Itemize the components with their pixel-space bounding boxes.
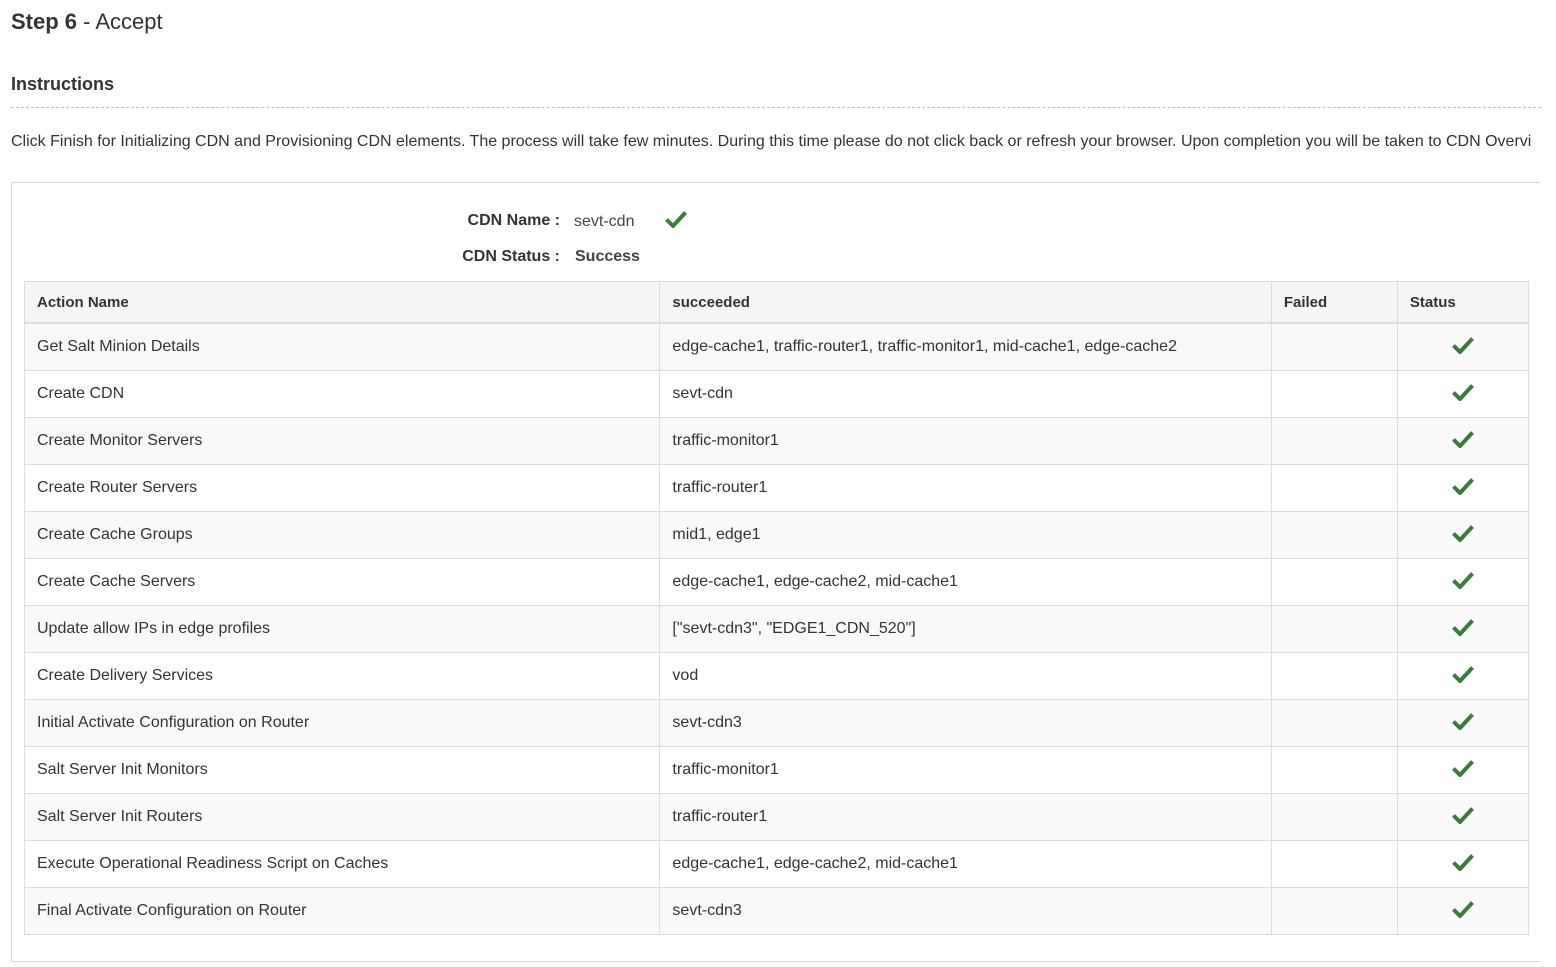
status-cell [1396, 370, 1530, 418]
action-name-cell: Final Activate Configuration on Router [23, 887, 661, 935]
table-row: Update allow IPs in edge profiles ["sevt-… [23, 605, 1530, 653]
header-status[interactable]: Status [1396, 281, 1530, 324]
status-cell [1396, 605, 1530, 653]
succeeded-cell: sevt-cdn3 [659, 887, 1272, 935]
succeeded-cell: sevt-cdn [659, 370, 1272, 418]
step-name: Accept [95, 9, 163, 34]
page-title: Step 6 - Accept [11, 9, 163, 35]
status-cell [1396, 746, 1530, 794]
status-cell [1396, 464, 1530, 512]
step-number: Step 6 [11, 9, 78, 34]
check-icon [1452, 665, 1474, 683]
failed-cell [1270, 558, 1398, 606]
table-row: Salt Server Init Routers traffic-router1 [23, 793, 1530, 841]
failed-cell [1270, 793, 1398, 841]
table-row: Final Activate Configuration on Router se… [23, 887, 1530, 935]
failed-cell [1270, 511, 1398, 559]
cdn-name-value: sevt-cdn [574, 213, 635, 230]
check-icon [1452, 524, 1474, 542]
check-icon [1452, 759, 1474, 777]
failed-cell [1270, 746, 1398, 794]
status-cell [1396, 840, 1530, 888]
action-name-cell: Create Cache Servers [23, 558, 661, 606]
check-icon [1452, 712, 1474, 730]
table-row: Create CDN sevt-cdn [23, 370, 1530, 418]
failed-cell [1270, 370, 1398, 418]
cdn-name-label: CDN Name : [467, 212, 560, 229]
table-row: Create Cache Groups mid1, edge1 [23, 511, 1530, 559]
action-name-cell: Salt Server Init Monitors [23, 746, 661, 794]
failed-cell [1270, 887, 1398, 935]
action-name-cell: Create Cache Groups [23, 511, 661, 559]
status-cell [1396, 887, 1530, 935]
failed-cell [1270, 464, 1398, 512]
actions-table: Action Name succeeded Failed Status Get … [23, 281, 1530, 935]
failed-cell [1270, 652, 1398, 700]
action-name-cell: Execute Operational Readiness Script on … [23, 840, 661, 888]
action-name-cell: Create Delivery Services [23, 652, 661, 700]
status-cell [1396, 511, 1530, 559]
action-name-cell: Initial Activate Configuration on Router [23, 699, 661, 747]
status-cell [1396, 699, 1530, 747]
header-action-name[interactable]: Action Name [23, 281, 661, 324]
action-name-cell: Get Salt Minion Details [23, 322, 661, 371]
status-cell [1396, 322, 1530, 371]
action-name-cell: Create Monitor Servers [23, 417, 661, 465]
succeeded-cell: traffic-monitor1 [659, 746, 1272, 794]
header-succeeded[interactable]: succeeded [659, 281, 1272, 324]
failed-cell [1270, 840, 1398, 888]
succeeded-cell: vod [659, 652, 1272, 700]
cdn-status-label: CDN Status : [462, 248, 560, 265]
status-cell [1396, 652, 1530, 700]
succeeded-cell: traffic-monitor1 [659, 417, 1272, 465]
instructions-text: Click Finish for Initializing CDN and Pr… [11, 133, 1532, 150]
table-row: Initial Activate Configuration on Router… [23, 699, 1530, 747]
check-icon [1452, 477, 1474, 495]
succeeded-cell: edge-cache1, edge-cache2, mid-cache1 [659, 840, 1272, 888]
action-name-cell: Salt Server Init Routers [23, 793, 661, 841]
succeeded-cell: edge-cache1, traffic-router1, traffic-mo… [659, 322, 1272, 371]
check-icon [665, 210, 687, 228]
check-icon [1452, 806, 1474, 824]
check-icon [1452, 336, 1474, 354]
action-name-cell: Create Router Servers [23, 464, 661, 512]
succeeded-cell: sevt-cdn3 [659, 699, 1272, 747]
status-cell [1396, 417, 1530, 465]
failed-cell [1270, 605, 1398, 653]
check-icon [1452, 900, 1474, 918]
table-row: Execute Operational Readiness Script on … [23, 840, 1530, 888]
table-row: Create Router Servers traffic-router1 [23, 464, 1530, 512]
check-icon [1452, 383, 1474, 401]
table-row: Salt Server Init Monitors traffic-monitor… [23, 746, 1530, 794]
failed-cell [1270, 417, 1398, 465]
divider [11, 107, 1541, 108]
succeeded-cell: ["sevt-cdn3", "EDGE1_CDN_520"] [659, 605, 1272, 653]
table-row: Create Monitor Servers traffic-monitor1 [23, 417, 1530, 465]
cdn-status-value: Success [575, 248, 640, 265]
failed-cell [1270, 699, 1398, 747]
action-name-cell: Create CDN [23, 370, 661, 418]
check-icon [1452, 853, 1474, 871]
succeeded-cell: edge-cache1, edge-cache2, mid-cache1 [659, 558, 1272, 606]
instructions-heading: Instructions [11, 74, 115, 94]
action-name-cell: Update allow IPs in edge profiles [23, 605, 661, 653]
check-icon [1452, 571, 1474, 589]
table-header-row: Action Name succeeded Failed Status [23, 281, 1530, 324]
table-row: Get Salt Minion Details edge-cache1, traf… [23, 322, 1530, 371]
header-failed[interactable]: Failed [1270, 281, 1398, 324]
failed-cell [1270, 322, 1398, 371]
table-row: Create Cache Servers edge-cache1, edge-ca… [23, 558, 1530, 606]
check-icon [1452, 618, 1474, 636]
check-icon [1452, 430, 1474, 448]
table-row: Create Delivery Services vod [23, 652, 1530, 700]
step-separator: - [77, 9, 96, 34]
succeeded-cell: traffic-router1 [659, 793, 1272, 841]
succeeded-cell: traffic-router1 [659, 464, 1272, 512]
status-cell [1396, 558, 1530, 606]
succeeded-cell: mid1, edge1 [659, 511, 1272, 559]
status-cell [1396, 793, 1530, 841]
